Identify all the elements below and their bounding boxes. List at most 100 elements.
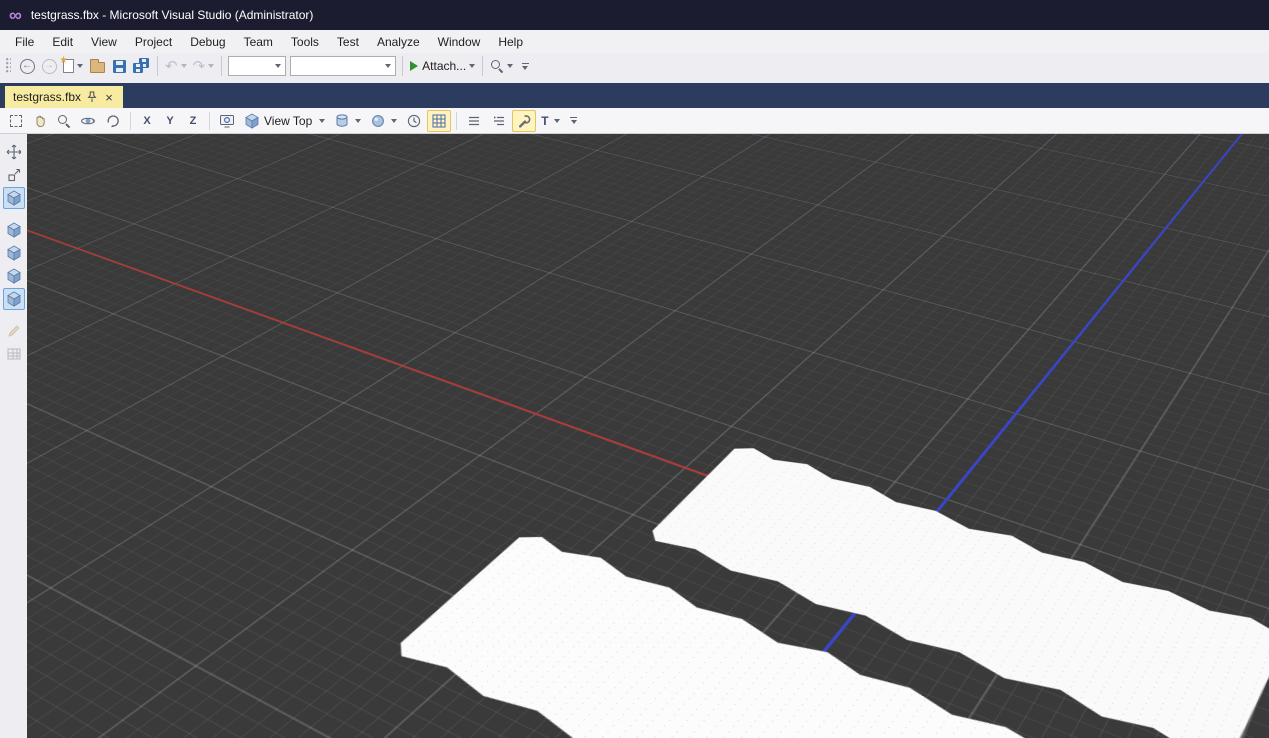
viewport-canvas[interactable] — [27, 134, 1269, 738]
toolbar-overflow-icon — [521, 62, 529, 64]
toolbar-separator — [402, 56, 404, 76]
standard-toolbar: ← → ↶ ↷ Attach... — [0, 53, 1269, 83]
view-cube-back-icon — [7, 245, 20, 261]
orbit-icon — [81, 117, 95, 124]
indent-list-icon — [494, 115, 505, 125]
open-file-button[interactable] — [86, 55, 108, 77]
menu-help[interactable]: Help — [489, 30, 532, 53]
render-mode-dropdown[interactable] — [366, 110, 401, 132]
toolbar-separator — [456, 111, 458, 130]
orbit-button[interactable] — [76, 110, 100, 132]
view-orientation-dropdown[interactable]: View Top — [240, 110, 329, 132]
new-file-icon — [63, 59, 74, 73]
save-all-button[interactable] — [130, 55, 153, 77]
grid-toggle-button[interactable] — [427, 109, 452, 132]
find-dropdown-button[interactable] — [487, 55, 516, 77]
nav-back-button[interactable]: ← — [16, 55, 38, 77]
chevron-down-icon — [355, 118, 362, 123]
overflow-icon — [570, 117, 578, 118]
menu-tools[interactable]: Tools — [282, 30, 328, 53]
indent-list-button[interactable] — [487, 110, 511, 132]
tab-label: testgrass.fbx — [13, 90, 82, 104]
advanced-settings-button[interactable] — [512, 109, 537, 132]
ground-grid — [27, 134, 1269, 738]
pan-button[interactable] — [28, 110, 52, 132]
frame-selection-icon — [220, 114, 234, 127]
edit-geometry-button[interactable] — [3, 320, 25, 342]
frame-selection-button[interactable] — [215, 110, 239, 132]
shading-mode-dropdown[interactable] — [330, 110, 365, 132]
editor-content — [0, 134, 1269, 738]
menu-analyze[interactable]: Analyze — [368, 30, 429, 53]
marquee-select-button[interactable] — [5, 110, 27, 132]
solution-platform-combobox[interactable] — [290, 56, 397, 76]
view-cube-left-icon — [7, 268, 20, 284]
menu-team[interactable]: Team — [235, 30, 282, 53]
zoom-button[interactable] — [53, 110, 75, 132]
menu-project[interactable]: Project — [126, 30, 181, 53]
attach-debugger-button[interactable]: Attach... — [407, 55, 478, 77]
outline-list-icon — [469, 116, 480, 125]
chevron-down-icon — [469, 64, 476, 68]
modelbar-overflow-button[interactable] — [567, 110, 581, 132]
toolbar-separator — [157, 56, 158, 76]
chevron-down-icon — [553, 118, 560, 123]
scale-tool-icon — [7, 168, 20, 182]
toolbar-grip-handle[interactable] — [6, 58, 11, 74]
tab-testgrass-fbx[interactable]: testgrass.fbx × — [5, 86, 124, 108]
toolbar-overflow-button[interactable] — [518, 55, 532, 77]
pencil-icon — [7, 325, 20, 337]
nav-forward-icon: → — [41, 58, 57, 74]
solution-config-combobox[interactable] — [228, 56, 287, 76]
scale-tool-button[interactable] — [3, 164, 25, 186]
view-cube-front-icon — [7, 222, 20, 238]
new-file-dropdown-button[interactable] — [60, 55, 86, 77]
chevron-down-icon — [180, 64, 187, 68]
wrench-icon — [519, 114, 531, 128]
pin-tab-button[interactable] — [87, 91, 97, 103]
orbit-tool-button[interactable] — [2, 187, 25, 209]
chevron-down-icon — [391, 118, 398, 123]
view-cube-perspective-button[interactable] — [2, 288, 25, 310]
redo-button[interactable]: ↷ — [190, 55, 218, 77]
render-mode-icon — [372, 114, 385, 127]
toolbar-separator — [130, 111, 131, 130]
translate-tool-icon — [6, 144, 21, 160]
zoom-icon — [57, 114, 71, 128]
menu-view[interactable]: View — [82, 30, 126, 53]
save-icon — [112, 59, 126, 73]
rotate-x-button[interactable]: X — [136, 110, 158, 132]
menu-edit[interactable]: Edit — [43, 30, 82, 53]
chevron-down-icon — [77, 64, 83, 68]
redo-icon: ↷ — [192, 57, 206, 75]
chevron-down-icon — [507, 64, 514, 68]
menu-test[interactable]: Test — [328, 30, 368, 53]
window-title: testgrass.fbx - Microsoft Visual Studio … — [30, 8, 314, 22]
outline-list-button[interactable] — [462, 110, 486, 132]
menu-window[interactable]: Window — [429, 30, 490, 53]
grid-settings-button[interactable] — [3, 343, 25, 365]
rotate-z-button[interactable]: Z — [182, 110, 204, 132]
toolbar-separator — [221, 56, 223, 76]
undo-button[interactable]: ↶ — [162, 55, 190, 77]
menu-bar: File Edit View Project Debug Team Tools … — [0, 30, 1269, 53]
menu-file[interactable]: File — [6, 30, 43, 53]
chevron-down-icon — [385, 64, 392, 68]
view-cube-left-button[interactable] — [3, 265, 25, 287]
rotate-view-icon — [107, 114, 119, 127]
menu-debug[interactable]: Debug — [181, 30, 234, 53]
axis-z-label: Z — [189, 114, 197, 127]
close-tab-button[interactable]: × — [103, 91, 115, 104]
table-grid-icon — [7, 348, 20, 360]
view-cube-back-button[interactable] — [3, 242, 25, 264]
nav-forward-button[interactable]: → — [38, 55, 60, 77]
model-left-toolbar — [0, 134, 27, 738]
save-button[interactable] — [108, 55, 130, 77]
text-tool-icon: T — [541, 113, 549, 128]
view-cube-front-button[interactable] — [3, 219, 25, 241]
rotate-view-button[interactable] — [101, 110, 125, 132]
translate-tool-button[interactable] — [3, 141, 25, 163]
playback-button[interactable] — [402, 110, 426, 132]
rotate-y-button[interactable]: Y — [159, 110, 181, 132]
text-tool-dropdown[interactable]: T — [537, 110, 563, 132]
